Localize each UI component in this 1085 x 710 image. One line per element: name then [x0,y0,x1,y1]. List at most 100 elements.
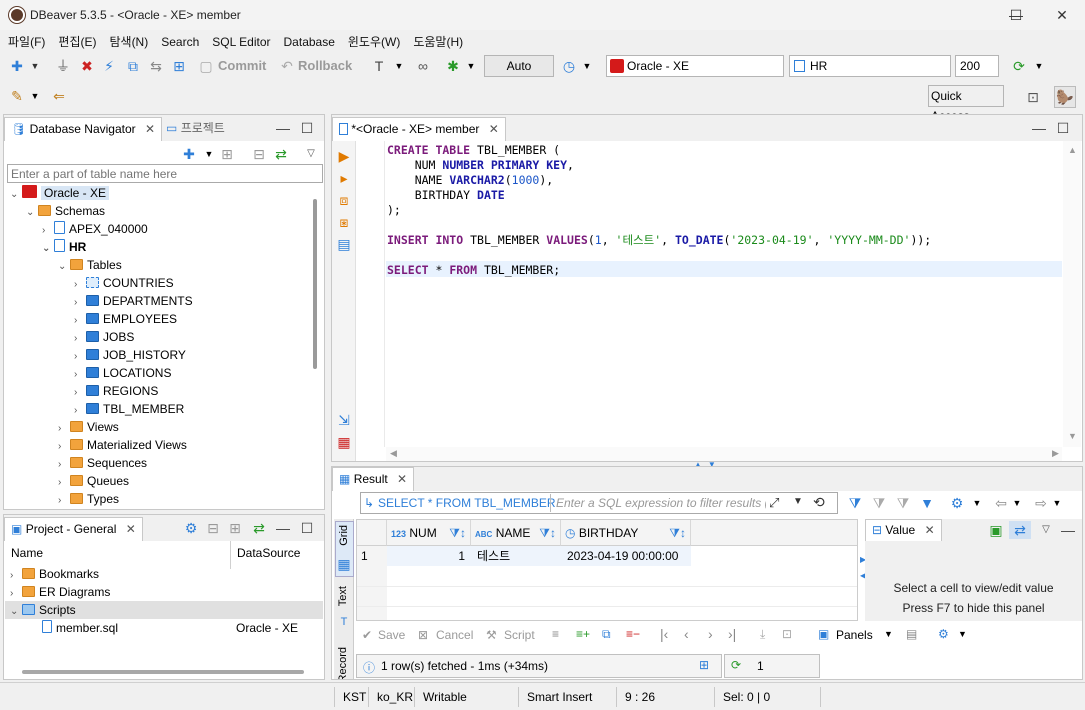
sort-filter-icon[interactable]: ⧩↕ [669,520,686,546]
code-line[interactable]: CREATE TABLE TBL_MEMBER ( [387,143,560,158]
close-tab-icon[interactable]: ✕ [925,523,935,537]
tab-database-navigator[interactable]: 🛢 Database Navigator ✕ [4,117,163,141]
code-line[interactable]: INSERT INTO TBL_MEMBER VALUES(1, '테스트', … [387,233,931,248]
next-page-icon[interactable]: › [708,626,713,642]
execute-statement-icon[interactable]: ▶ [335,147,353,165]
filter-history-icon[interactable]: ▼ [793,496,803,507]
dropdown-arrow-icon[interactable]: ▼ [200,145,218,163]
script-button[interactable]: Script [504,628,535,642]
fetch-all-icon[interactable]: ⊡ [782,627,792,641]
explain-plan-icon[interactable]: ▤ [335,235,353,253]
minimize-panel-icon[interactable]: — [1030,119,1048,137]
menu-database[interactable]: Database [276,32,340,49]
active-schema-selector[interactable]: HR [789,55,951,77]
export-icon[interactable]: ⇲ [335,411,353,429]
tab-project[interactable]: ▭ 프로젝트 [160,117,231,141]
settings-gear-icon[interactable]: ⚙ [182,519,200,537]
close-tab-icon[interactable]: ✕ [145,122,155,136]
tree-sequences[interactable]: › Sequences [58,454,147,472]
commit-button[interactable]: Commit [218,58,266,73]
first-page-icon[interactable]: |‹ [660,626,668,642]
horizontal-scrollbar[interactable] [386,447,1062,461]
tab-value[interactable]: ⊟ Value ✕ [865,519,942,541]
delete-row-icon[interactable]: ≡− [626,627,640,641]
open-perspective-icon[interactable]: ⊡ [1024,88,1042,106]
pencil-icon[interactable]: ✎ [8,87,26,105]
close-tab-icon[interactable]: ✕ [489,122,499,136]
quick-access-input[interactable]: Quick Access [928,85,1004,123]
tab-record-view[interactable]: Record [335,647,354,679]
tree-queues[interactable]: › Queues [58,472,129,490]
filter-expression-input[interactable]: Enter a SQL expression to filter results… [556,496,766,510]
clear-filter-icon[interactable]: ⧩ [870,494,888,512]
close-tab-icon[interactable]: ✕ [126,522,136,536]
cancel-button[interactable]: Cancel [436,628,473,642]
code-line[interactable]: SELECT * FROM TBL_MEMBER; [387,263,560,278]
scroll-up-icon[interactable]: ▲ [1068,145,1077,155]
tree-connection[interactable]: ⌄ Oracle - XE [10,184,110,202]
execute-script-icon[interactable]: ⧈ [335,191,353,209]
dropdown-arrow-icon[interactable]: ▼ [1030,57,1048,75]
tree-table-job-history[interactable]: › JOB_HISTORY [74,346,186,364]
dropdown-arrow-icon[interactable]: ▼ [1048,494,1066,512]
close-button[interactable]: ✕ [1039,0,1085,30]
tree-table-employees[interactable]: › EMPLOYEES [74,310,177,328]
tree-table-locations[interactable]: › LOCATIONS [74,364,171,382]
cell-name[interactable]: 테스트 [471,546,561,566]
code-line[interactable]: NAME VARCHAR2(1000), [387,173,554,188]
menu-window[interactable]: 윈도우(W) [340,30,405,50]
column-header-num[interactable]: 123 NUM ⧩↕ [387,520,471,546]
load-file-icon[interactable]: ▦ [335,433,353,451]
save-value-icon[interactable]: ▣ [987,521,1005,539]
active-connection-selector[interactable]: Oracle - XE [606,55,784,77]
view-menu-icon[interactable]: ▽ [302,145,320,163]
copy-row-icon[interactable]: ⧉ [602,627,611,642]
column-header-name[interactable]: ABC NAME ⧩↕ [471,520,561,546]
dropdown-arrow-icon[interactable]: ▼ [26,57,44,75]
new-folder-icon[interactable]: ⊞ [226,519,244,537]
tree-scripts[interactable]: ⌄ Scripts [10,601,76,619]
results-filter-box[interactable]: ↳ SELECT * FROM TBL_MEMBER Enter a SQL e… [360,492,838,514]
refresh-icon[interactable]: ⟳ [1010,57,1028,75]
filter-settings-icon[interactable]: ⧩ [894,494,912,512]
execute-script-tabs-icon[interactable]: ⧆ [335,213,353,231]
menu-edit[interactable]: 편집(E) [50,30,101,50]
disconnect-link-icon[interactable]: ∞ [414,57,432,75]
tree-schemas[interactable]: ⌄ Schemas [26,202,105,220]
tree-table-regions[interactable]: › REGIONS [74,382,158,400]
scroll-down-icon[interactable]: ▼ [1068,431,1077,441]
tree-materialized-views[interactable]: › Materialized Views [58,436,187,454]
dropdown-arrow-icon[interactable]: ▼ [958,629,967,639]
minimize-panel-icon[interactable]: — [274,519,292,537]
debug-icon[interactable]: ✱ [444,57,462,75]
layout-icon[interactable]: ▤ [906,627,917,641]
menu-sql-editor[interactable]: SQL Editor [204,32,275,49]
tree-views[interactable]: › Views [58,418,119,436]
new-script-icon[interactable]: ⊞ [170,57,188,75]
sql-editor-icon[interactable]: ⧉ [124,57,142,75]
dropdown-arrow-icon[interactable]: ▼ [390,57,408,75]
vertical-scrollbar[interactable] [1063,141,1081,447]
add-row-icon[interactable]: ≡+ [576,627,590,641]
tree-er-diagrams[interactable]: › ER Diagrams [10,583,110,601]
column-header-name[interactable]: Name [11,546,43,560]
connect-icon[interactable]: ⏚ [54,57,72,75]
tree-bookmarks[interactable]: › Bookmarks [10,565,99,583]
previous-page-icon[interactable]: ‹ [684,626,689,642]
apply-filter-icon[interactable]: ⧩ [846,494,864,512]
new-connection-icon[interactable]: ✚ [8,57,26,75]
minimize-panel-icon[interactable]: — [1059,521,1077,539]
view-menu-icon[interactable]: ▽ [1037,521,1055,539]
maximize-panel-icon[interactable]: ☐ [298,519,316,537]
menu-navigate[interactable]: 탐색(N) [101,30,153,50]
auto-apply-icon[interactable]: ⇄ [1009,521,1031,539]
bookmark-nav-icon[interactable]: ⇐ [50,87,68,105]
tree-tables[interactable]: ⌄ Tables [58,256,122,274]
transaction-mode-icon[interactable]: T [370,57,388,75]
tree-table-countries[interactable]: › COUNTRIES [74,274,174,292]
navigator-scrollbar[interactable] [313,199,317,369]
dropdown-arrow-icon[interactable]: ▼ [968,494,986,512]
result-limit-input[interactable]: 200 [955,55,999,77]
execute-new-tab-icon[interactable]: ▸ [335,169,353,187]
tree-table-jobs[interactable]: › JOBS [74,328,134,346]
